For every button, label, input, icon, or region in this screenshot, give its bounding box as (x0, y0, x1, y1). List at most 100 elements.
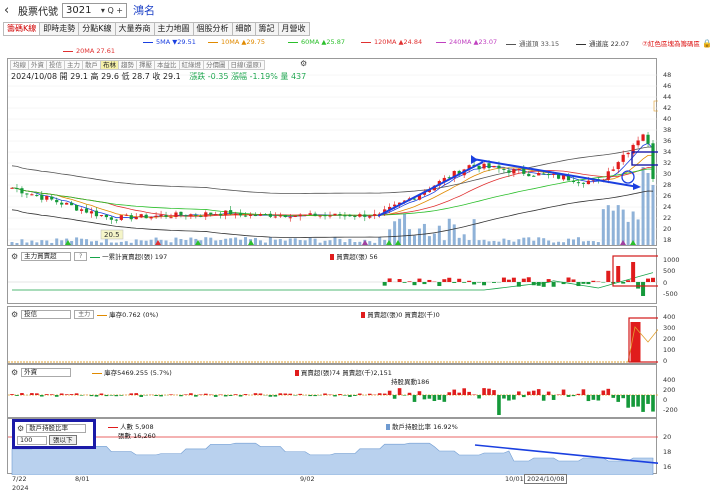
volume-bar (641, 167, 645, 245)
ma-line-swatch (576, 43, 586, 45)
foreign-chart[interactable] (8, 365, 658, 419)
volume-bar (447, 218, 451, 245)
share-indicator-select[interactable]: 散戶持股比率 (26, 424, 87, 433)
main-force-bar (382, 282, 387, 286)
volume-bar (10, 242, 14, 245)
main-force-bar (526, 277, 531, 282)
main-force-bar (427, 279, 432, 282)
main-force-bar (506, 279, 511, 282)
lock-icon[interactable]: 🔒 (702, 39, 712, 48)
foreign-bar (44, 394, 49, 395)
candle-body (497, 165, 501, 169)
price-chart[interactable]: 40.4520.5 (8, 59, 658, 247)
main-force-bar (417, 278, 422, 282)
volume-bar (542, 238, 546, 245)
y-tick-label: 400 (663, 313, 676, 321)
volume-bar (368, 241, 372, 245)
main-force-bar (571, 279, 576, 282)
foreign-bar (333, 395, 337, 397)
y-tick-label: 34 (663, 148, 672, 156)
candle-body (219, 213, 223, 216)
volume-bar (85, 239, 89, 245)
foreign-bar (556, 394, 561, 395)
share-chart[interactable] (8, 419, 658, 475)
back-icon[interactable]: ‹ (4, 3, 14, 18)
tab-1[interactable]: 即時走勢 (40, 22, 80, 36)
volume-bar (303, 240, 307, 245)
ma-line-swatch (361, 41, 371, 43)
signal-marker (248, 240, 254, 245)
legend-note[interactable]: ⑦紅色區塊為籌碼區 (642, 38, 700, 48)
foreign-y-axis: 400 200 0 -200 (658, 365, 696, 419)
foreign-bar (288, 393, 293, 395)
tab-6[interactable]: 細節 (232, 22, 256, 36)
candle-body (348, 214, 352, 217)
candle-body (646, 134, 650, 144)
volume-bar (273, 239, 277, 245)
candle-body (109, 217, 113, 220)
foreign-bar (169, 394, 173, 395)
foreign-bar (20, 393, 24, 395)
volume-bar (214, 240, 218, 245)
stock-code-input[interactable]: 3021 ▾ Q + (62, 2, 127, 18)
main-force-chart[interactable] (8, 249, 658, 305)
foreign-bar (377, 393, 382, 395)
foreign-bar (626, 395, 630, 408)
candle-body (571, 180, 576, 183)
volume-bar (537, 237, 541, 245)
volume-bar (462, 234, 466, 245)
foreign-bar (59, 393, 64, 395)
candle-body (164, 215, 168, 217)
volume-bar (626, 221, 630, 245)
x-label: 8/01 (75, 475, 90, 483)
x-label: 9/02 (300, 475, 315, 483)
tab-3[interactable]: 大量券商 (115, 22, 155, 36)
volume-bar (576, 237, 580, 245)
foreign-bar (228, 395, 233, 396)
candle-body (303, 214, 307, 216)
main-tabs: 籌碼K線 即時走勢 分點K線 大量券商 主力地圖 個股分析 細節 籌記 月營收 (3, 22, 310, 36)
tab-8[interactable]: 月營收 (278, 22, 310, 36)
tab-5[interactable]: 個股分析 (193, 22, 233, 36)
candle-body (512, 169, 516, 174)
tab-4[interactable]: 主力地圖 (154, 22, 194, 36)
candle-body (636, 140, 640, 146)
search-icon[interactable]: ▾ Q + (101, 6, 123, 15)
volume-bar (631, 211, 635, 245)
volume-bar (94, 240, 98, 245)
candle-body (537, 172, 541, 176)
lot-filter-button[interactable]: 張以下 (49, 435, 77, 445)
foreign-bar (636, 395, 640, 407)
foreign-bar (114, 395, 119, 397)
foreign-bar (487, 388, 491, 395)
volume-bar (263, 242, 267, 245)
volume-bar (611, 210, 615, 245)
foreign-bar (606, 388, 611, 395)
volume-bar (358, 241, 362, 245)
foreign-bar (397, 388, 402, 395)
volume-bar (596, 242, 600, 245)
volume-bar (502, 238, 506, 245)
volume-bar (40, 240, 44, 245)
tab-7[interactable]: 籌記 (255, 22, 279, 36)
lot-size-select[interactable]: 100 (17, 435, 47, 445)
trust-chart[interactable]: 72.91 (8, 307, 658, 365)
tab-0[interactable]: 籌碼K線 (3, 22, 41, 36)
volume-bar (60, 240, 64, 245)
candle-body (124, 214, 128, 216)
y-tick-label: 18 (663, 236, 672, 244)
foreign-bar (238, 395, 243, 397)
candle-body (10, 187, 14, 189)
candle-body (94, 210, 99, 217)
candle-body (527, 173, 531, 177)
gear-icon[interactable]: ⚙ (17, 424, 24, 433)
candle-body (89, 211, 94, 214)
main-force-bar (457, 278, 462, 282)
tab-2[interactable]: 分點K線 (79, 22, 116, 36)
main-force-y-axis: 1000 500 0 -500 (658, 249, 696, 305)
candle-body (482, 163, 486, 169)
ma-label: 240MA ▲23.07 (449, 38, 498, 46)
main-force-bar (467, 280, 472, 282)
volume-bar (184, 240, 188, 245)
candle-body (253, 215, 258, 217)
